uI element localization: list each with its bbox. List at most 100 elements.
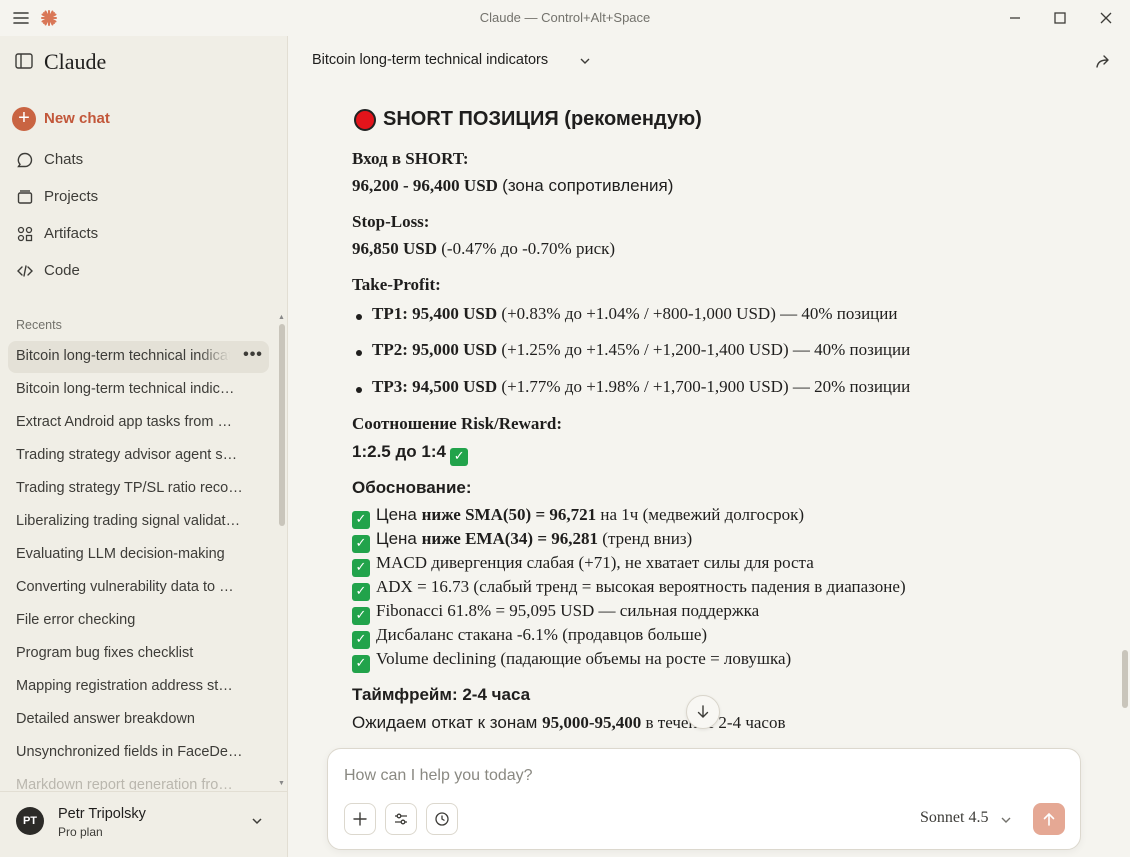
recent-chat-item[interactable]: Evaluating LLM decision-making xyxy=(8,539,269,571)
scroll-down-arrow-icon[interactable]: ▼ xyxy=(278,780,285,787)
recent-chat-item[interactable]: Markdown report generation fro… xyxy=(8,770,269,790)
history-button[interactable] xyxy=(426,803,458,835)
takeprofit-label: Take-Profit: xyxy=(352,275,441,294)
tp-note: (+1.77% до +1.98% / +1,700-1,900 USD) — … xyxy=(501,377,911,396)
new-chat-button[interactable]: + New chat xyxy=(8,103,272,135)
timeframe-bold: 95,000-95,400 xyxy=(542,713,642,732)
chat-title-menu-button[interactable] xyxy=(570,48,600,74)
sidebar-item-projects[interactable]: Projects xyxy=(8,181,272,213)
recent-chat-title: Trading strategy TP/SL ratio reco… xyxy=(16,480,243,496)
recents-heading: Recents xyxy=(16,318,62,332)
reason-text: Дисбаланс стакана -6.1% (продавцов больш… xyxy=(376,625,708,644)
recent-chat-title: Markdown report generation fro… xyxy=(16,777,233,790)
sidebar-item-artifacts[interactable]: Artifacts xyxy=(8,218,272,250)
recent-chat-item[interactable]: File error checking xyxy=(8,605,269,637)
message-input[interactable] xyxy=(344,763,1044,789)
tp-item: TP3: 94,500 USD (+1.77% до +1.98% / +1,7… xyxy=(372,377,910,397)
check-mark-icon: ✓ xyxy=(450,448,469,466)
sidebar-toggle-icon[interactable] xyxy=(15,53,33,69)
reason-item: ✓ Fibonacci 61.8% = 95,095 USD — сильная … xyxy=(352,601,759,625)
check-mark-icon: ✓ xyxy=(352,535,370,553)
minimize-icon[interactable] xyxy=(1006,9,1024,27)
title-bar: Claude — Control+Alt+Space xyxy=(0,0,1130,36)
close-icon[interactable] xyxy=(1097,9,1115,27)
stoploss-label: Stop-Loss: xyxy=(352,212,430,231)
reason-post: (тренд вниз) xyxy=(598,529,693,548)
scroll-to-bottom-button[interactable] xyxy=(686,695,720,729)
chat-header: Bitcoin long-term technical indicators xyxy=(288,36,1130,84)
scroll-up-arrow-icon[interactable]: ▲ xyxy=(278,314,285,321)
tp-name: TP2: 95,000 USD xyxy=(372,340,498,359)
sidebar-item-chats[interactable]: Chats xyxy=(8,144,272,176)
reason-item: ✓ ADX = 16.73 (слабый тренд = высокая вер… xyxy=(352,577,906,601)
reason-text: ADX = 16.73 (слабый тренд = высокая веро… xyxy=(376,577,906,596)
sidebar-item-code[interactable]: Code xyxy=(8,255,272,287)
reason-post: на 1ч (медвежий долгосрок) xyxy=(596,505,804,524)
message-composer: Sonnet 4.5 xyxy=(327,748,1081,850)
recent-chat-title: Program bug fixes checklist xyxy=(16,645,194,661)
check-mark-icon: ✓ xyxy=(352,559,370,577)
timeframe-pre: Ожидаем откат к зонам xyxy=(352,713,543,732)
recent-chat-title: Mapping registration address st… xyxy=(16,678,233,694)
chevron-down-icon[interactable] xyxy=(1000,813,1012,825)
projects-label: Projects xyxy=(44,188,99,205)
tp-name: TP1: 95,400 USD xyxy=(372,304,498,323)
recent-chat-item[interactable]: Mapping registration address st… xyxy=(8,671,269,703)
recent-chat-item[interactable]: Program bug fixes checklist xyxy=(8,638,269,670)
main-panel: Bitcoin long-term technical indicators S… xyxy=(288,36,1130,857)
arrow-up-icon xyxy=(1043,812,1055,826)
recent-chat-item[interactable]: Trading strategy advisor agent s… xyxy=(8,440,269,472)
recent-chat-title: Converting vulnerability data to … xyxy=(16,579,234,595)
model-selector[interactable]: Sonnet 4.5 xyxy=(920,809,988,827)
assistant-message: SHORT ПОЗИЦИЯ (рекомендую) Вход в SHORT:… xyxy=(352,84,1092,784)
send-button[interactable] xyxy=(1033,803,1065,835)
stoploss-line: 96,850 USD (-0.47% до -0.70% риск) xyxy=(352,239,615,259)
more-options-icon[interactable]: ••• xyxy=(243,346,263,366)
recent-chat-item[interactable]: Liberalizing trading signal validat… xyxy=(8,506,269,538)
share-icon[interactable] xyxy=(1094,52,1112,70)
recent-chat-item[interactable]: Converting vulnerability data to … xyxy=(8,572,269,604)
recent-chat-title: Extract Android app tasks from … xyxy=(16,414,232,430)
red-circle-icon xyxy=(354,108,376,131)
check-mark-icon: ✓ xyxy=(352,631,370,649)
risk-reward-value: 1:2.5 до 1:4 xyxy=(352,442,446,461)
tp-note: (+0.83% до +1.04% / +800-1,000 USD) — 40… xyxy=(501,304,898,323)
maximize-icon[interactable] xyxy=(1051,9,1069,27)
reason-item: ✓ Цена ниже SMA(50) = 96,721 на 1ч (медве… xyxy=(352,505,804,529)
tp-note: (+1.25% до +1.45% / +1,200-1,400 USD) — … xyxy=(501,340,911,359)
stoploss-note: (-0.47% до -0.70% риск) xyxy=(441,239,616,258)
heading-text: SHORT ПОЗИЦИЯ (рекомендую) xyxy=(383,108,702,130)
reason-bold: ниже EMA(34) = 96,281 xyxy=(421,529,599,548)
new-chat-label: New chat xyxy=(44,110,110,127)
entry-line: 96,200 - 96,400 USD (зона сопротивления) xyxy=(352,176,673,196)
chat-title[interactable]: Bitcoin long-term technical indicators xyxy=(304,48,556,74)
sliders-icon xyxy=(395,813,407,825)
recent-chat-item[interactable]: Bitcoin long-term technical indic… xyxy=(8,374,269,406)
sidebar-scrollbar[interactable] xyxy=(279,324,285,526)
check-mark-icon: ✓ xyxy=(352,655,370,673)
reason-item: ✓ Цена ниже EMA(34) = 96,281 (тренд вниз) xyxy=(352,529,692,553)
recent-chat-item[interactable]: Bitcoin long-term technical indicators •… xyxy=(8,341,269,373)
add-attachment-button[interactable] xyxy=(344,803,376,835)
recent-chat-title: Evaluating LLM decision-making xyxy=(16,546,225,562)
reason-label: Обоснование: xyxy=(352,478,472,497)
entry-note: (зона сопротивления) xyxy=(502,176,674,195)
recent-chat-item[interactable]: Extract Android app tasks from … xyxy=(8,407,269,439)
reason-pre: Цена xyxy=(376,529,422,548)
tools-button[interactable] xyxy=(385,803,417,835)
recent-chat-title: File error checking xyxy=(16,612,136,628)
user-profile[interactable]: PT Petr Tripolsky Pro plan xyxy=(0,791,287,857)
recent-chat-title: Bitcoin long-term technical indic… xyxy=(16,381,235,397)
recent-chat-item[interactable]: Unsynchronized fields in FaceDe… xyxy=(8,737,269,769)
recent-chat-title: Trading strategy advisor agent s… xyxy=(16,447,238,463)
chevron-down-icon[interactable] xyxy=(250,814,264,828)
main-scrollbar[interactable] xyxy=(1122,650,1128,708)
recent-chat-item[interactable]: Detailed answer breakdown xyxy=(8,704,269,736)
reason-bold: ниже SMA(50) = 96,721 xyxy=(421,505,597,524)
recent-chat-item[interactable]: Trading strategy TP/SL ratio reco… xyxy=(8,473,269,505)
plus-icon xyxy=(353,812,367,826)
recent-chat-title: Liberalizing trading signal validat… xyxy=(16,513,241,529)
code-label: Code xyxy=(44,262,80,279)
tp-item: TP2: 95,000 USD (+1.25% до +1.45% / +1,2… xyxy=(372,340,910,360)
entry-value: 96,200 - 96,400 USD xyxy=(352,176,498,195)
